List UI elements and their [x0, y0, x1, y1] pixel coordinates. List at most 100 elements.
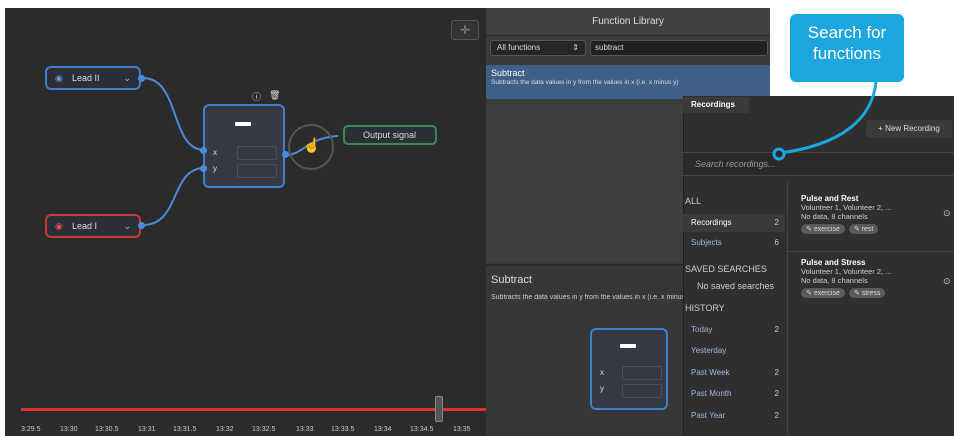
input-node-label: Lead I	[72, 221, 98, 231]
timeline-tick: 13:34	[374, 426, 392, 433]
function-result-item[interactable]: Subtract Subtracts the data values in y …	[486, 65, 770, 99]
input-node-lead-i[interactable]: ◉ Lead I ⌄	[45, 214, 141, 238]
sidebar-item-label: Recordings	[691, 218, 732, 227]
subtract-symbol-icon	[235, 122, 251, 126]
sidebar-heading-history: HISTORY	[685, 303, 725, 313]
input-node-label: Lead II	[72, 73, 100, 83]
timeline-tick: 13:31.5	[173, 426, 197, 433]
timeline-tick: 13:33	[296, 426, 314, 433]
function-result-description: Subtracts the data values in y from the …	[491, 79, 679, 86]
function-detail-description: Subtracts the data values in y from the …	[491, 294, 687, 301]
eye-icon[interactable]: ◉	[55, 221, 66, 232]
sidebar-item-yesterday[interactable]: Yesterday	[683, 342, 785, 360]
sidebar-item-label: Yesterday	[691, 346, 727, 355]
timeline-tick: 13:30	[60, 426, 78, 433]
timeline-tick: 13:33.5	[331, 426, 355, 433]
select-arrows-icon: ⇕	[572, 43, 579, 52]
info-icon[interactable]: ⓘ	[252, 90, 261, 103]
sidebar-item-label: Today	[691, 325, 713, 334]
output-signal-node[interactable]: Output signal	[343, 125, 437, 145]
subtract-function-node[interactable]: x y	[203, 104, 285, 188]
function-result-title: Subtract	[491, 68, 525, 78]
sidebar-item-count: 2	[774, 368, 779, 377]
input-slot	[622, 384, 662, 398]
recording-subjects: Volunteer 1, Volunteer 2, ...	[801, 203, 892, 212]
recording-title: Pulse and Rest	[801, 194, 859, 203]
recording-info: No data, 8 channels	[801, 212, 868, 221]
function-library-title: Function Library	[486, 8, 770, 36]
recording-title: Pulse and Stress	[801, 258, 866, 267]
output-port[interactable]	[138, 75, 145, 82]
port-x-label: x	[213, 148, 217, 157]
recordings-sidebar: ALL Recordings 2 Subjects 6 SAVED SEARCH…	[683, 180, 787, 436]
subtract-symbol-icon	[620, 344, 636, 348]
output-port[interactable]	[138, 222, 145, 229]
timeline-tick: 13:31	[138, 426, 156, 433]
trash-icon[interactable]: 🗑	[269, 90, 280, 103]
recording-info: No data, 8 channels	[801, 276, 868, 285]
function-filter-select[interactable]: All functions ⇕	[490, 40, 586, 56]
tag-badge[interactable]: ✎ exercise	[801, 288, 845, 298]
recording-options-icon[interactable]: ⊙	[943, 208, 951, 219]
sidebar-divider	[787, 182, 788, 436]
chevron-down-icon[interactable]: ⌄	[123, 73, 131, 84]
timeline-tick: 13:30.5	[95, 426, 119, 433]
sidebar-item-subjects[interactable]: Subjects 6	[683, 234, 785, 252]
sidebar-item-label: Subjects	[691, 238, 722, 247]
output-node-label: Output signal	[363, 130, 417, 140]
input-node-lead-ii[interactable]: ◉ Lead II ⌄	[45, 66, 141, 90]
timeline-tick: 13:35	[453, 426, 471, 433]
sidebar-item-count: 2	[774, 218, 779, 227]
hand-cursor-icon: ☝	[303, 137, 321, 153]
node-toolbar: ⓘ 🗑	[252, 90, 280, 103]
eye-icon[interactable]: ◉	[55, 73, 66, 84]
sidebar-item-count: 6	[774, 238, 779, 247]
recording-subjects: Volunteer 1, Volunteer 2, ...	[801, 267, 892, 276]
crosshair-icon[interactable]: ✛	[451, 20, 479, 40]
input-port-y[interactable]	[200, 165, 207, 172]
sidebar-item-today[interactable]: Today 2	[683, 321, 785, 339]
sidebar-item-past-week[interactable]: Past Week 2	[683, 364, 785, 382]
recording-item[interactable]: Pulse and Rest Volunteer 1, Volunteer 2,…	[801, 194, 951, 234]
tag-badge[interactable]: ✎ stress	[848, 288, 886, 298]
input-slot	[622, 366, 662, 380]
timeline-tick: 13:32	[216, 426, 234, 433]
function-preview-node[interactable]: x y	[590, 328, 668, 410]
sidebar-item-count: 2	[774, 325, 779, 334]
sidebar-item-label: Past Year	[691, 411, 726, 420]
tag-badge[interactable]: ✎ rest	[848, 224, 879, 234]
port-y-label: y	[600, 384, 604, 393]
recording-tags: ✎ exercise ✎ stress	[801, 288, 951, 298]
recording-options-icon[interactable]: ⊙	[943, 276, 951, 287]
input-port-x[interactable]	[200, 147, 207, 154]
search-recordings-input[interactable]: Search recordings...	[683, 152, 954, 176]
chevron-down-icon[interactable]: ⌄	[123, 221, 131, 232]
timeline-track[interactable]	[21, 408, 486, 411]
timeline-tick: 13:32.5	[252, 426, 276, 433]
sidebar-item-past-year[interactable]: Past Year 2	[683, 407, 785, 425]
sidebar-item-recordings[interactable]: Recordings 2	[683, 214, 785, 232]
no-saved-searches-text: No saved searches	[697, 281, 775, 291]
search-functions-callout: Search for functions	[790, 14, 904, 82]
function-filter-value: All functions	[497, 43, 541, 52]
recording-item[interactable]: Pulse and Stress Volunteer 1, Volunteer …	[801, 258, 951, 298]
timeline-scrubber-handle[interactable]	[435, 396, 443, 422]
sidebar-item-label: Past Week	[691, 368, 730, 377]
timeline-tick: 3:29.5	[21, 426, 41, 433]
function-detail-title: Subtract	[491, 274, 532, 286]
sidebar-item-label: Past Month	[691, 389, 732, 398]
tab-recordings[interactable]: Recordings	[683, 97, 749, 113]
new-recording-button[interactable]: + New Recording	[866, 120, 952, 138]
sidebar-heading-all: ALL	[685, 196, 702, 206]
node-editor-canvas[interactable]: ✛ ◉ Lead II ⌄ ◉ Lead I ⌄ ⓘ 🗑 x y ☝ Outpu…	[5, 8, 486, 436]
list-divider	[788, 251, 954, 252]
sidebar-item-count: 2	[774, 389, 779, 398]
tag-badge[interactable]: ✎ exercise	[801, 224, 845, 234]
function-search-input[interactable]: subtract	[590, 40, 768, 56]
sidebar-item-count: 2	[774, 411, 779, 420]
port-y-label: y	[213, 164, 217, 173]
input-slot	[237, 146, 277, 160]
port-x-label: x	[600, 368, 604, 377]
sidebar-item-past-month[interactable]: Past Month 2	[683, 385, 785, 403]
sidebar-heading-saved: SAVED SEARCHES	[685, 264, 767, 274]
